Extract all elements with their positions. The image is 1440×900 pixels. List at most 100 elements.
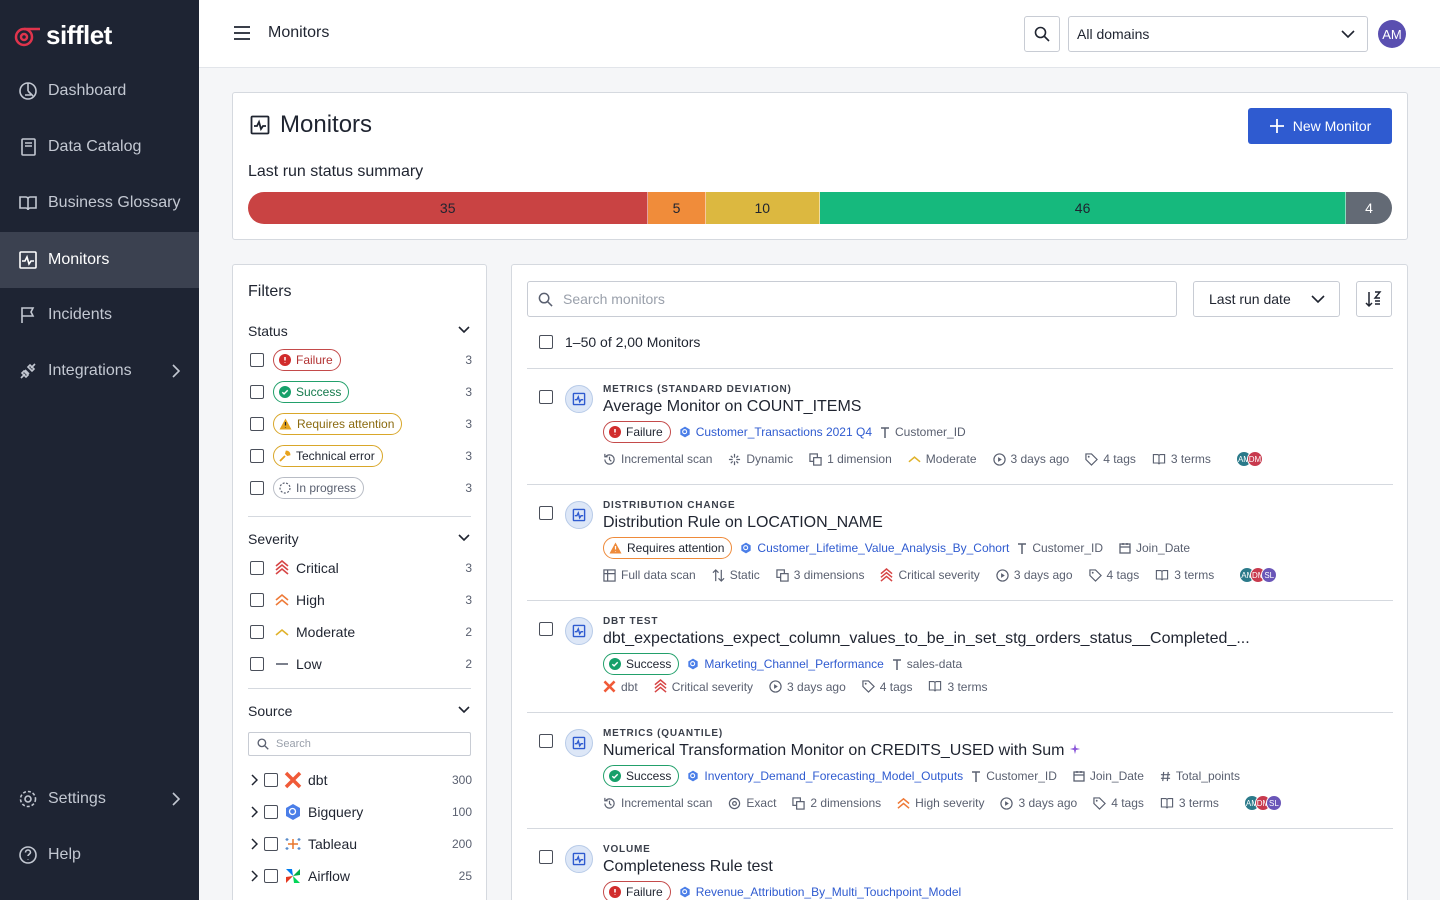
gear-icon bbox=[19, 790, 37, 808]
monitor-checkbox[interactable] bbox=[539, 390, 553, 404]
status-segment-success[interactable]: 46 bbox=[819, 192, 1347, 224]
monitor-title[interactable]: Numerical Transformation Monitor on CRED… bbox=[603, 742, 1081, 760]
status-segment-technical-error[interactable]: 5 bbox=[648, 192, 706, 224]
severity-filter-high[interactable]: High 3 bbox=[250, 587, 472, 613]
field-tag: Join_Date bbox=[1073, 769, 1144, 783]
chevron-down-icon[interactable] bbox=[458, 326, 470, 334]
status-segment-failure[interactable]: 35 bbox=[248, 192, 649, 224]
status-badge-label: Requires attention bbox=[297, 417, 395, 431]
owner-avatars[interactable]: AM DM SL bbox=[1239, 567, 1278, 583]
high-severity-icon bbox=[275, 593, 289, 606]
chevron-down-icon[interactable] bbox=[458, 534, 470, 542]
monitor-row[interactable]: Volume Completeness Rule test Failure Re… bbox=[527, 828, 1399, 900]
sidebar-item-business-glossary[interactable]: Business Glossary bbox=[0, 175, 199, 231]
status-filter-technical-error[interactable]: Technical error 3 bbox=[250, 443, 472, 469]
status-badge-label: Failure bbox=[626, 885, 663, 899]
sifflet-logo[interactable]: sifflet bbox=[14, 20, 112, 51]
asset-link[interactable]: Customer_Transactions 2021 Q4 bbox=[679, 425, 872, 439]
monitor-row[interactable]: Distribution change Distribution Rule on… bbox=[527, 484, 1399, 600]
terms[interactable]: 3 terms bbox=[1155, 568, 1214, 582]
monitor-title[interactable]: Distribution Rule on LOCATION_NAME bbox=[603, 514, 883, 532]
checkbox[interactable] bbox=[264, 805, 278, 819]
monitor-checkbox[interactable] bbox=[539, 622, 553, 636]
terms[interactable]: 3 terms bbox=[1160, 796, 1219, 810]
sidebar-item-dashboard[interactable]: Dashboard bbox=[0, 63, 199, 119]
owner-avatars[interactable]: AM DM SL bbox=[1243, 795, 1282, 811]
meta-text: Incremental scan bbox=[621, 796, 713, 810]
chevron-right-icon[interactable] bbox=[250, 774, 258, 786]
monitor-title[interactable]: Average Monitor on COUNT_ITEMS bbox=[603, 398, 861, 416]
checkbox[interactable] bbox=[250, 449, 264, 463]
tags[interactable]: 4 tags bbox=[1088, 568, 1139, 582]
sort-select[interactable]: Last run date bbox=[1193, 281, 1340, 317]
sidebar-item-incidents[interactable]: Incidents bbox=[0, 287, 199, 343]
sidebar-item-settings[interactable]: Settings bbox=[0, 771, 199, 827]
terms[interactable]: 3 terms bbox=[928, 680, 987, 694]
chevron-right-icon[interactable] bbox=[250, 838, 258, 850]
text-field-icon bbox=[892, 658, 901, 670]
source-search-input[interactable]: Search bbox=[248, 732, 471, 756]
filter-count: 3 bbox=[465, 481, 472, 495]
monitor-row[interactable]: Metrics (quantile) Numerical Transformat… bbox=[527, 712, 1399, 828]
chevron-right-icon[interactable] bbox=[250, 870, 258, 882]
status-segment-in-progress[interactable]: 4 bbox=[1346, 192, 1392, 224]
status-segment-requires-attention[interactable]: 10 bbox=[705, 192, 820, 224]
asset-link[interactable]: Marketing_Channel_Performance bbox=[687, 657, 884, 671]
checkbox[interactable] bbox=[250, 481, 264, 495]
checkbox[interactable] bbox=[250, 385, 264, 399]
monitor-row[interactable]: Metrics (standard deviation) Average Mon… bbox=[527, 368, 1399, 484]
checkbox[interactable] bbox=[264, 869, 278, 883]
checkbox[interactable] bbox=[250, 593, 264, 607]
source-filter-tableau[interactable]: Tableau 200 bbox=[250, 831, 472, 857]
owner-avatars[interactable]: AM DM bbox=[1235, 451, 1263, 467]
sidebar-item-monitors[interactable]: Monitors bbox=[0, 232, 199, 288]
source-filter-airflow[interactable]: Airflow 25 bbox=[250, 863, 472, 889]
chevron-right-icon[interactable] bbox=[250, 806, 258, 818]
checkbox[interactable] bbox=[264, 837, 278, 851]
chevron-down-icon[interactable] bbox=[458, 706, 470, 714]
new-monitor-button[interactable]: New Monitor bbox=[1248, 108, 1392, 144]
monitor-title[interactable]: dbt_expectations_expect_column_values_to… bbox=[603, 630, 1250, 648]
domain-select[interactable]: All domains bbox=[1068, 16, 1368, 52]
source-filter-dbt[interactable]: dbt 300 bbox=[250, 767, 472, 793]
asset-name: Inventory_Demand_Forecasting_Model_Outpu… bbox=[704, 769, 964, 783]
checkbox[interactable] bbox=[264, 773, 278, 787]
monitor-checkbox[interactable] bbox=[539, 506, 553, 520]
monitor-checkbox[interactable] bbox=[539, 850, 553, 864]
checkbox[interactable] bbox=[250, 417, 264, 431]
select-all-checkbox[interactable] bbox=[539, 335, 553, 349]
hamburger-menu-icon[interactable] bbox=[233, 25, 251, 41]
tags[interactable]: 4 tags bbox=[1085, 452, 1136, 466]
sort-direction-button[interactable] bbox=[1356, 281, 1392, 317]
monitor-checkbox[interactable] bbox=[539, 734, 553, 748]
sidebar-item-help[interactable]: Help bbox=[0, 827, 199, 883]
asset-link[interactable]: Customer_Lifetime_Value_Analysis_By_Coho… bbox=[740, 541, 1009, 555]
monitor-row[interactable]: DBT test dbt_expectations_expect_column_… bbox=[527, 600, 1399, 712]
status-filter-success[interactable]: Success 3 bbox=[250, 379, 472, 405]
bigquery-logo-icon bbox=[286, 804, 300, 820]
status-filter-in-progress[interactable]: In progress 3 bbox=[250, 475, 472, 501]
asset-link[interactable]: Inventory_Demand_Forecasting_Model_Outpu… bbox=[687, 769, 963, 783]
terms[interactable]: 3 terms bbox=[1152, 452, 1211, 466]
search-monitors-input[interactable]: Search monitors bbox=[527, 281, 1177, 317]
tags[interactable]: 4 tags bbox=[1093, 796, 1144, 810]
monitor-title[interactable]: Completeness Rule test bbox=[603, 858, 773, 876]
calendar-icon bbox=[1073, 771, 1085, 782]
severity-filter-low[interactable]: Low 2 bbox=[250, 651, 472, 677]
tags[interactable]: 4 tags bbox=[862, 680, 912, 694]
status-filter-failure[interactable]: Failure 3 bbox=[250, 347, 472, 373]
user-avatar[interactable]: AM bbox=[1378, 20, 1406, 48]
source-filter-bigquery[interactable]: Bigquery 100 bbox=[250, 799, 472, 825]
asset-link[interactable]: Revenue_Attribution_By_Multi_Touchpoint_… bbox=[679, 885, 961, 899]
meta-text: Static bbox=[729, 568, 760, 582]
sidebar-item-data-catalog[interactable]: Data Catalog bbox=[0, 119, 199, 175]
checkbox[interactable] bbox=[250, 561, 264, 575]
checkbox[interactable] bbox=[250, 657, 264, 671]
severity-filter-critical[interactable]: Critical 3 bbox=[250, 555, 472, 581]
checkbox[interactable] bbox=[250, 625, 264, 639]
sidebar-item-integrations[interactable]: Integrations bbox=[0, 343, 199, 399]
checkbox[interactable] bbox=[250, 353, 264, 367]
severity-filter-moderate[interactable]: Moderate 2 bbox=[250, 619, 472, 645]
status-filter-requires-attention[interactable]: Requires attention 3 bbox=[250, 411, 472, 437]
global-search-button[interactable] bbox=[1024, 16, 1060, 52]
